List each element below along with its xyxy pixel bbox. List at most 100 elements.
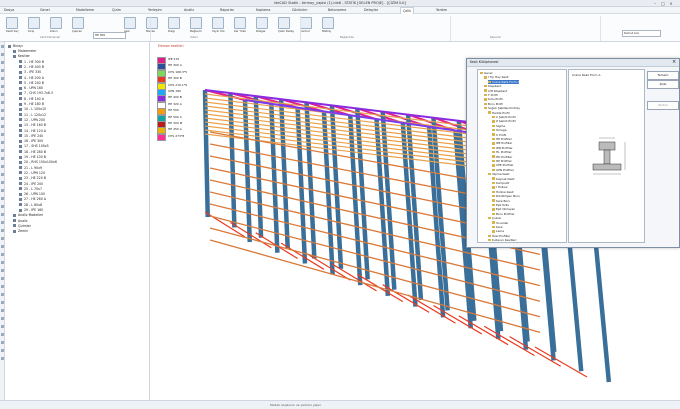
left-tool-icon[interactable] (1, 133, 4, 136)
tree-item[interactable]: 1 - HE 300 B (19, 60, 44, 65)
left-tool-icon[interactable] (1, 125, 4, 128)
tab-12[interactable]: Yardım (436, 8, 447, 12)
tree-item[interactable]: 7 - CHS 193.7x6.3 (19, 91, 53, 96)
left-tool-icon[interactable] (1, 181, 4, 184)
dialog-close-icon[interactable]: × (672, 59, 676, 65)
ribbon-button-0[interactable] (6, 17, 18, 29)
close-icon[interactable]: × (668, 1, 674, 6)
tab-7[interactable]: Kaplama (256, 8, 270, 12)
left-tool-icon[interactable] (1, 173, 4, 176)
ribbon-button-10[interactable] (256, 17, 268, 29)
tree-item[interactable]: Analiz (13, 219, 28, 224)
left-tool-icon[interactable] (1, 277, 4, 280)
tree-item[interactable]: 8 - HE 140 A (19, 97, 44, 102)
tab-6[interactable]: Raporlar (220, 8, 234, 12)
ribbon-button-5[interactable] (146, 17, 158, 29)
section-combo[interactable]: HE 300 (93, 32, 126, 39)
tree-item[interactable]: 23 - HE 220 B (19, 176, 46, 181)
tree-item[interactable]: 22 - UPN 120 (19, 171, 45, 176)
ribbon-button-9[interactable] (234, 17, 246, 29)
left-tool-icon[interactable] (1, 213, 4, 216)
tab-0[interactable]: Dosya (4, 8, 14, 12)
ok-button[interactable]: Tamam (647, 71, 679, 80)
ribbon-button-3[interactable] (72, 17, 84, 29)
left-tool-icon[interactable] (1, 325, 4, 328)
left-tool-icon[interactable] (1, 61, 4, 64)
left-tool-icon[interactable] (1, 53, 4, 56)
tree-item[interactable]: 27 - HE 260 A (19, 197, 46, 202)
left-tool-icon[interactable] (1, 357, 4, 360)
left-tool-icon[interactable] (1, 221, 4, 224)
tree-item[interactable]: 13 - HE 160 B (19, 123, 46, 128)
left-tool-icon[interactable] (1, 317, 4, 320)
tree-item[interactable]: 6 - UPN 160 (19, 86, 43, 91)
left-tool-icon[interactable] (1, 117, 4, 120)
tree-item[interactable]: 19 - HE 100 B (19, 155, 46, 160)
tree-item[interactable]: 26 - UPN 100 (19, 192, 45, 197)
tree-item[interactable]: Kesitler (13, 54, 30, 59)
maximize-icon[interactable]: □ (660, 1, 666, 6)
tree-item[interactable]: 4 - HE 200 A (19, 76, 44, 81)
left-tool-icon[interactable] (1, 285, 4, 288)
left-tool-icon[interactable] (1, 237, 4, 240)
left-tool-icon[interactable] (1, 269, 4, 272)
tree-item[interactable]: 9 - HE 180 B (19, 102, 44, 107)
left-tool-icon[interactable] (1, 349, 4, 352)
ribbon-button-6[interactable] (168, 17, 180, 29)
tab-4[interactable]: Yerleşim (148, 8, 162, 12)
ribbon-button-4[interactable] (124, 17, 136, 29)
left-tool-icon[interactable] (1, 333, 4, 336)
tab-3[interactable]: Çizim (112, 8, 121, 12)
left-tool-icon[interactable] (1, 149, 4, 152)
ribbon-button-1[interactable] (28, 17, 40, 29)
left-tool-icon[interactable] (1, 309, 4, 312)
left-tool-icon[interactable] (1, 85, 4, 88)
left-tool-icon[interactable] (1, 101, 4, 104)
left-tool-icon[interactable] (1, 301, 4, 304)
left-tool-icon[interactable] (1, 157, 4, 160)
ribbon-button-13[interactable] (322, 17, 334, 29)
left-tool-icon[interactable] (1, 229, 4, 232)
left-tool-icon[interactable] (1, 109, 4, 112)
tree-item[interactable]: Malzemeler (13, 49, 36, 54)
tree-item[interactable]: 15 - IPE 240 (19, 134, 43, 139)
tree-item[interactable]: 25 - L 70x7 (19, 187, 42, 192)
minimize-icon[interactable]: – (652, 1, 658, 6)
left-tool-icon[interactable] (1, 93, 4, 96)
tree-item[interactable]: 2 - HE 400 B (19, 65, 44, 70)
library-tree-item[interactable]: Kullanıcı Kesitleri (488, 238, 516, 243)
left-tool-icon[interactable] (1, 341, 4, 344)
tree-item[interactable]: Çizimler (13, 224, 31, 229)
tree-item[interactable]: 28 - L 80x8 (19, 203, 42, 208)
ribbon-button-12[interactable] (300, 17, 312, 29)
tree-item[interactable]: 14 - HE 120 A (19, 129, 46, 134)
help-button[interactable]: Yardım (647, 101, 679, 110)
tree-item[interactable]: 10 - L 100x10 (19, 107, 46, 112)
left-tool-icon[interactable] (1, 205, 4, 208)
left-tool-icon[interactable] (1, 293, 4, 296)
left-tool-icon[interactable] (1, 45, 4, 48)
ribbon-button-2[interactable] (50, 17, 62, 29)
left-tool-icon[interactable] (1, 189, 4, 192)
tab-2[interactable]: Modelleme (76, 8, 94, 12)
tree-item[interactable]: 5 - HE 240 B (19, 81, 44, 86)
cancel-button[interactable]: İptal (647, 80, 679, 89)
tab-10[interactable]: Detaylar (364, 8, 378, 12)
tree-item[interactable]: 21 - L 90x9 (19, 166, 42, 171)
left-tool-icon[interactable] (1, 261, 4, 264)
tree-item[interactable]: 18 - HE 280 B (19, 150, 46, 155)
tab-5[interactable]: Analiz (184, 8, 194, 12)
ribbon-button-8[interactable] (212, 17, 224, 29)
left-tool-icon[interactable] (1, 77, 4, 80)
tab-1[interactable]: Genel (40, 8, 50, 12)
ribbon-button-7[interactable] (190, 17, 202, 29)
tree-item[interactable]: Analiz Modelleri (13, 213, 43, 218)
ribbon-button-11[interactable] (278, 17, 290, 29)
tree-item[interactable]: 20 - RHS 150x100x6 (19, 160, 57, 165)
left-tool-icon[interactable] (1, 69, 4, 72)
tree-item[interactable]: 29 - IPE 160 (19, 208, 43, 213)
left-tool-icon[interactable] (1, 141, 4, 144)
tree-item[interactable]: 12 - UPN 200 (19, 118, 45, 123)
search-input[interactable]: Komut Ara (622, 30, 661, 37)
tree-item[interactable]: 24 - IPE 200 (19, 182, 43, 187)
